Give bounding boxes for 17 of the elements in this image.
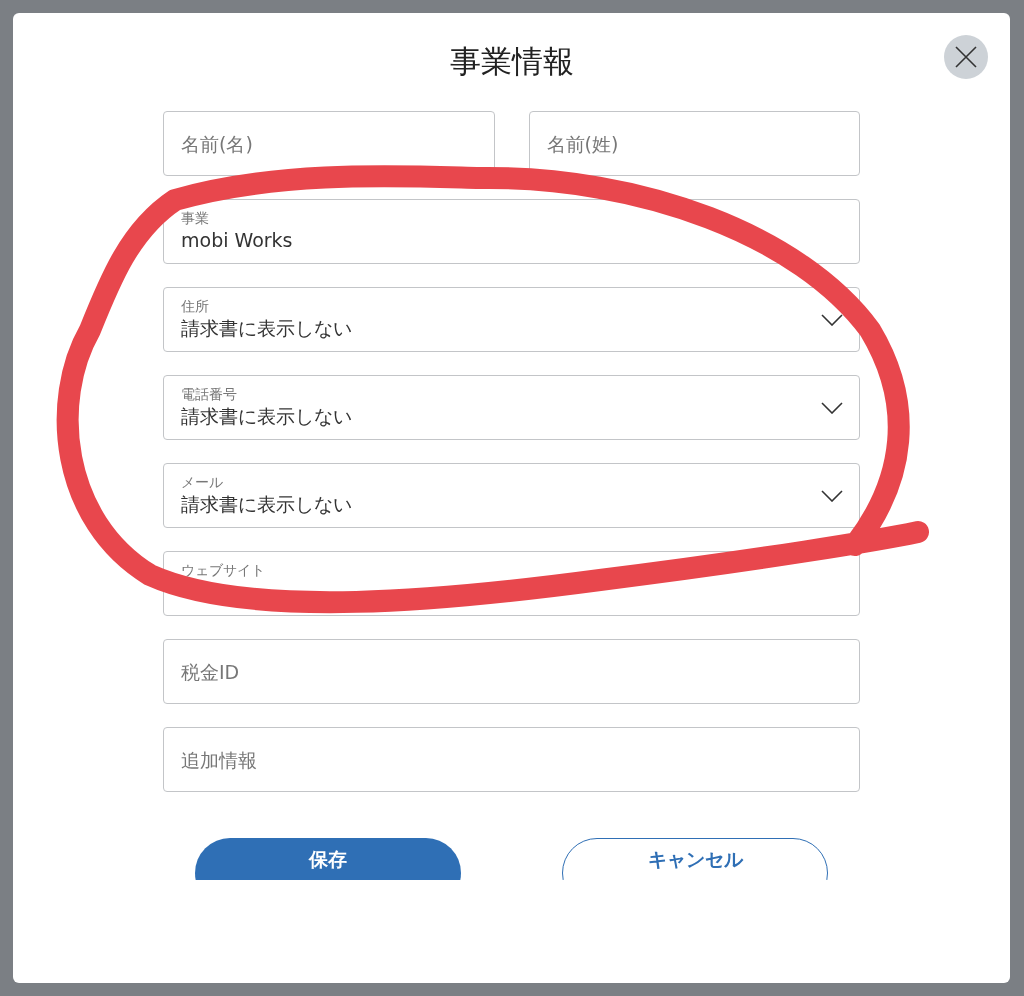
select-field[interactable]: メール 請求書に表示しない <box>163 463 860 528</box>
close-button[interactable] <box>944 35 988 79</box>
text-field[interactable]: 名前(名) <box>163 111 495 176</box>
chevron-down-icon <box>821 401 843 414</box>
select-field[interactable]: 電話番号 請求書に表示しない <box>163 375 860 440</box>
text-field[interactable]: 税金ID <box>163 639 860 704</box>
chevron-down-icon <box>821 313 843 326</box>
chevron-down-icon <box>821 489 843 502</box>
close-icon <box>955 46 977 68</box>
text-field[interactable]: ウェブサイト <box>163 551 860 616</box>
save-button[interactable]: 保存 <box>195 838 461 880</box>
text-field[interactable]: 事業 mobi Works <box>163 199 860 264</box>
cancel-button[interactable]: キャンセル <box>562 838 828 880</box>
select-field[interactable]: 住所 請求書に表示しない <box>163 287 860 352</box>
dialog-title: 事業情報 <box>449 42 574 81</box>
text-field[interactable]: 追加情報 <box>163 727 860 792</box>
text-field[interactable]: 名前(姓) <box>528 111 860 176</box>
